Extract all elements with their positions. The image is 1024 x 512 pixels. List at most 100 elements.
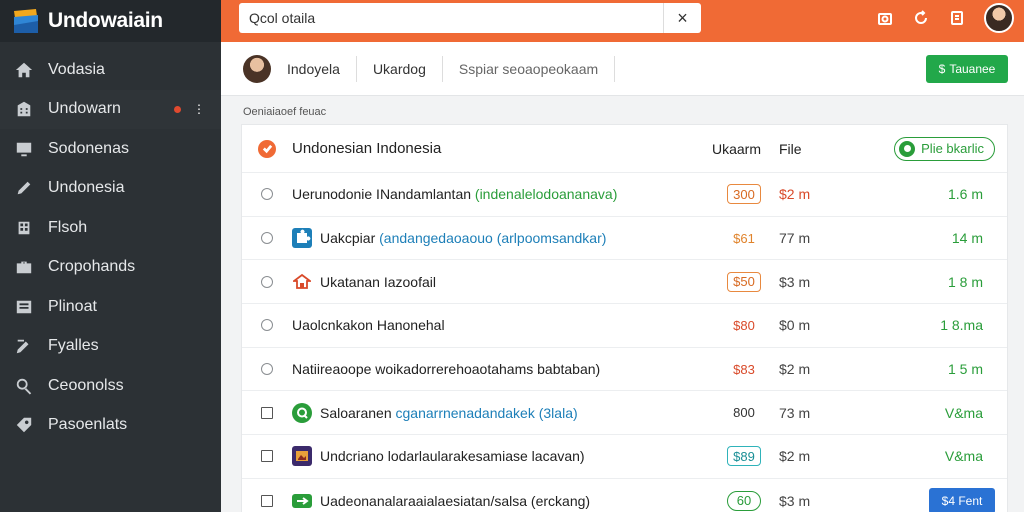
row-radio[interactable] [261, 188, 273, 201]
row-value: V&ma [944, 404, 983, 421]
table-row[interactable]: Undcriano lodarlaularakesamiase lacavan)… [242, 435, 1007, 479]
row-title: Natiireaoope woikadorrerehoaotahams babt… [292, 361, 601, 378]
size-badge: 60 [727, 490, 761, 511]
row-value: 14 m [951, 230, 983, 247]
row-title: Uaolcnkakon Hanonehal [292, 317, 445, 334]
grid-icon [14, 218, 34, 238]
brand-name: Undowaiain [48, 9, 163, 32]
row-value: 1.6 m [947, 186, 983, 203]
kebab-menu-icon[interactable]: ⋮ [193, 102, 205, 116]
row-title: Ukatanan Iazoofail [320, 273, 436, 290]
refresh-icon[interactable] [912, 9, 930, 27]
row-name: Uakcpiar (andangedaoaouo (arlpoomsandkar… [292, 228, 687, 249]
primary-action-button[interactable]: $ Tauanee [926, 55, 1008, 83]
row-title: Uadeonanalaraaialaesiatan/salsa (erckang… [320, 492, 591, 509]
table-row[interactable]: Uadeonanalaraaialaesiatan/salsa (erckang… [242, 479, 1007, 512]
header-file: File [779, 140, 802, 157]
row-radio[interactable] [261, 232, 273, 245]
search-box: × [239, 3, 701, 33]
size-badge: $50 [727, 271, 761, 292]
monitor-icon [14, 139, 34, 159]
size-badge: $83 [733, 361, 755, 377]
row-file: 77 m [779, 230, 811, 247]
sidebar-item-1[interactable]: Undowarn ⋮ [0, 89, 221, 129]
user-avatar[interactable] [984, 3, 1014, 33]
sidebar-item-7[interactable]: Fyalles [0, 327, 221, 367]
document-icon[interactable] [948, 9, 966, 27]
search-input[interactable] [239, 3, 663, 33]
brand[interactable]: Undowaiain [0, 0, 221, 42]
row-name: Uerunodonie INandamlantan (indenalelodoa… [292, 186, 687, 202]
row-file: 73 m [779, 404, 811, 421]
primary-action-label: Tauanee [949, 62, 996, 76]
size-badge: $61 [733, 230, 755, 246]
row-subtitle: (indenalelodoananava) [474, 186, 618, 203]
row-radio[interactable] [261, 319, 273, 332]
row-checkbox[interactable] [261, 406, 273, 419]
sidebar: Undowaiain Vodasia Undowarn ⋮ Sodonenas … [0, 0, 221, 512]
row-value: 1 8 m [947, 273, 983, 290]
sidebar-item-label: Flsoh [48, 218, 88, 236]
size-badge: $89 [727, 446, 761, 467]
sidebar-item-6[interactable]: Plinoat [0, 287, 221, 327]
tab-2[interactable]: Ukardog [357, 61, 442, 77]
top-bar: × [221, 0, 1024, 42]
row-title: Uakcpiar [320, 230, 376, 247]
sidebar-item-label: Plinoat [48, 297, 97, 315]
tab-3[interactable]: Sspiar seoaopeokaam [443, 61, 614, 77]
sidebar-item-label: Ceoonolss [48, 376, 124, 394]
briefcase-icon [14, 257, 34, 277]
table-row[interactable]: Uerunodonie INandamlantan (indenalelodoa… [242, 173, 1007, 217]
home-icon [14, 60, 34, 80]
frame-icon [292, 446, 312, 467]
row-radio[interactable] [261, 275, 273, 288]
row-name: Natiireaoope woikadorrerehoaotahams babt… [292, 361, 687, 377]
pencil-icon [14, 178, 34, 198]
item-table: Undonesian Indonesia Ukaarm File Plie bk… [241, 124, 1008, 512]
subheader: Indoyela Ukardog Sspiar seoaopeokaam $ T… [221, 42, 1024, 96]
row-file: $2 m [779, 448, 811, 465]
table-row[interactable]: Natiireaoope woikadorrerehoaotahams babt… [242, 348, 1007, 392]
flag-icon [292, 493, 312, 508]
header-name: Undonesian Indonesia [292, 140, 442, 157]
checked-icon[interactable] [258, 139, 276, 158]
table-row[interactable]: Uaolcnkakon Hanonehal $80 $0 m 1 8.ma [242, 304, 1007, 348]
row-radio[interactable] [261, 363, 273, 376]
close-icon[interactable]: × [663, 3, 701, 33]
row-subtitle: cganarrnenadandakek (3lala) [395, 404, 578, 421]
row-name: Uaolcnkakon Hanonehal [292, 317, 687, 333]
table-row[interactable]: Saloaranen cganarrnenadandakek (3lala) 8… [242, 391, 1007, 436]
sidebar-nav: Vodasia Undowarn ⋮ Sodonenas Undonesia F… [0, 50, 221, 445]
tab-1[interactable]: Indoyela [271, 61, 356, 77]
sidebar-item-2[interactable]: Sodonenas [0, 129, 221, 169]
sidebar-item-3[interactable]: Undonesia [0, 169, 221, 209]
sidebar-item-5[interactable]: Cropohands [0, 248, 221, 288]
camera-icon[interactable] [876, 9, 894, 27]
sidebar-item-9[interactable]: Pasoenlats [0, 406, 221, 446]
sidebar-item-label: Vodasia [48, 60, 105, 78]
row-action-button[interactable]: $4 Fent [929, 487, 995, 512]
list-icon [14, 297, 34, 317]
size-badge: $80 [733, 317, 755, 333]
puzzle-icon [292, 228, 312, 249]
profile-avatar[interactable] [243, 54, 271, 83]
table-row[interactable]: Ukatanan Iazoofail $50 $3 m 1 8 m [242, 260, 1007, 305]
tag-icon [14, 415, 34, 435]
sidebar-item-8[interactable]: Ceoonolss [0, 366, 221, 406]
sidebar-item-label: Cropohands [48, 258, 136, 276]
chat-icon [292, 402, 312, 423]
row-name: Ukatanan Iazoofail [292, 272, 687, 292]
row-file: $3 m [779, 492, 811, 509]
row-checkbox[interactable] [261, 450, 273, 463]
table-row[interactable]: Uakcpiar (andangedaoaouo (arlpoomsandkar… [242, 217, 1007, 261]
toggle-icon [899, 140, 916, 157]
section-label: Oeniaiaoef feuac [243, 106, 327, 118]
sidebar-item-0[interactable]: Vodasia [0, 50, 221, 90]
size-badge: 300 [727, 184, 761, 205]
row-file: $3 m [779, 273, 811, 290]
row-title: Uerunodonie INandamlantan [292, 186, 472, 203]
pen-icon [14, 336, 34, 356]
header-action-pill[interactable]: Plie bkarlic [894, 136, 995, 161]
sidebar-item-4[interactable]: Flsoh [0, 208, 221, 248]
row-checkbox[interactable] [261, 494, 273, 507]
